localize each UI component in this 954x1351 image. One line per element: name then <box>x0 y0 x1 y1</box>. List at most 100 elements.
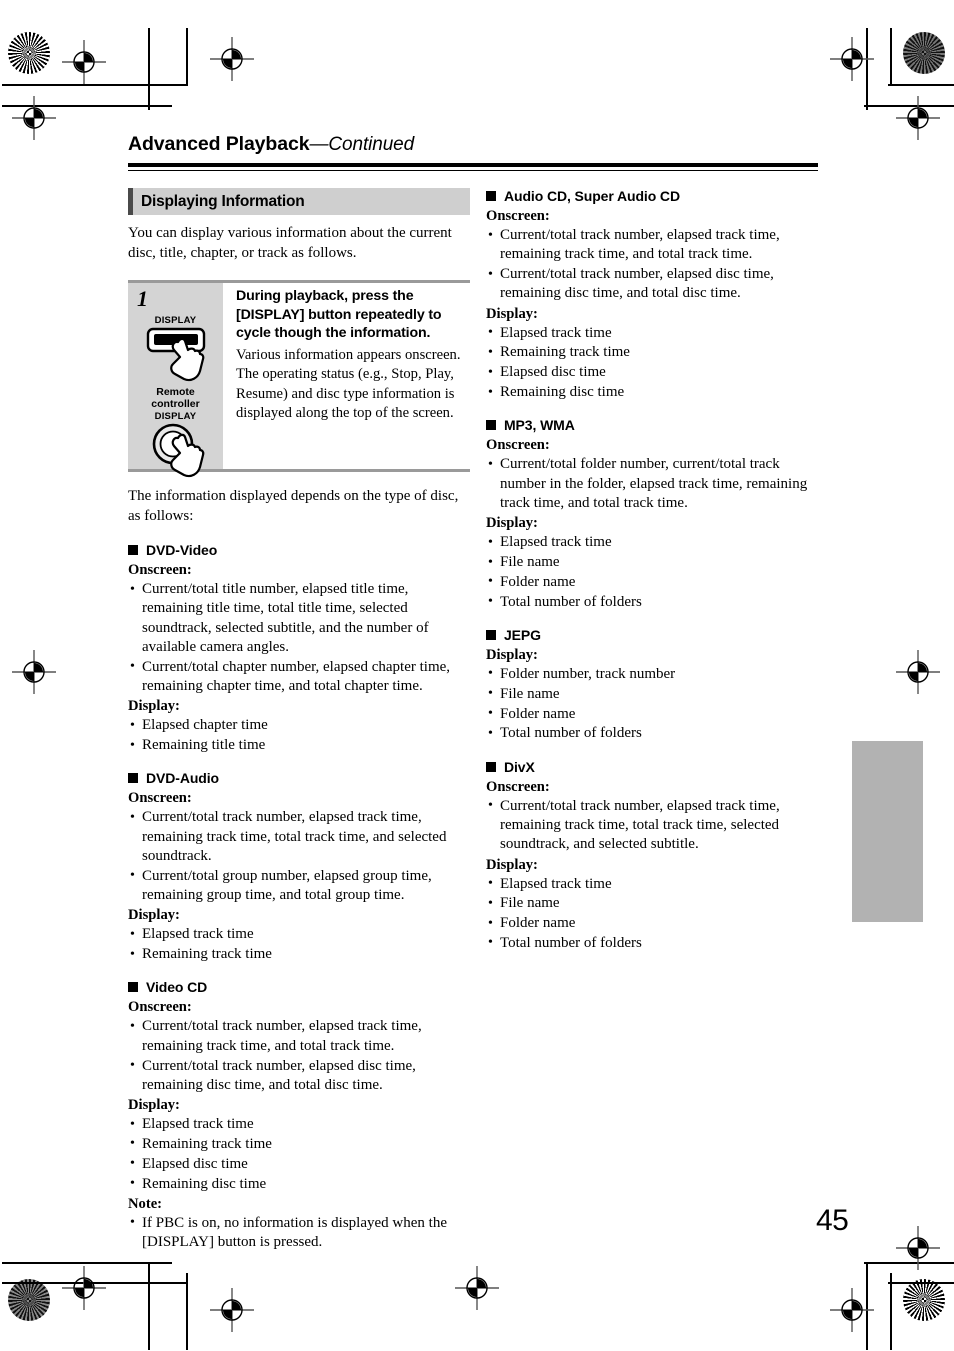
disc-section-video-cd: Video CD Onscreen: Current/total track n… <box>128 979 470 1252</box>
print-star-target-top-right <box>903 32 945 74</box>
crop-mark-horizontal-top-left-2 <box>2 84 188 86</box>
display-label: Display: <box>128 907 180 924</box>
crop-mark-vertical-bottom-left-2 <box>186 1273 188 1350</box>
manual-page: Advanced Playback—Continued Displaying I… <box>0 0 954 1351</box>
list-item: Current/total group number, elapsed grou… <box>128 866 470 906</box>
display-label: Display: <box>486 856 538 873</box>
square-bullet-icon <box>128 545 138 555</box>
disc-section-title: MP3, WMA <box>504 417 575 434</box>
disc-section-heading: DVD-Audio <box>128 770 470 786</box>
square-bullet-icon <box>486 761 496 772</box>
crop-mark-vertical-bottom-right <box>890 1273 892 1350</box>
crop-mark-vertical-top-left-2 <box>186 28 188 86</box>
disc-section-divx: DivX Onscreen: Current/total track numbe… <box>486 759 828 954</box>
list-item: Elapsed disc time <box>486 363 828 383</box>
list-item: Folder name <box>486 572 828 592</box>
list-item: Folder name <box>486 704 828 724</box>
list-item: Folder number, track number <box>486 664 828 684</box>
list-item: Elapsed disc time <box>128 1154 470 1174</box>
list-item: File name <box>486 684 828 704</box>
list-item: Total number of folders <box>486 724 828 744</box>
step-box: 1 DISPLAY Remote controller DISPLAY Duri… <box>128 280 470 478</box>
registration-mark-bottom-center <box>455 1266 499 1310</box>
registration-mark-bottom-right-outer <box>896 1226 940 1270</box>
crop-mark-horizontal-bottom-right <box>888 1282 954 1284</box>
registration-mark-right-upper <box>896 96 940 140</box>
list-item: Elapsed track time <box>486 874 828 894</box>
display-label: Display: <box>486 646 538 663</box>
crop-mark-horizontal-bottom-left <box>2 1262 172 1264</box>
thumb-index-tab <box>852 741 923 922</box>
list-item: Total number of folders <box>486 933 828 953</box>
display-list: Elapsed track time File name Folder name… <box>486 874 828 954</box>
onscreen-label: Onscreen: <box>486 437 550 454</box>
disc-section-mp3-wma: MP3, WMA Onscreen: Current/total folder … <box>486 417 828 612</box>
display-list: Elapsed track time Remaining track time … <box>486 323 828 403</box>
onscreen-list: Current/total track number, elapsed trac… <box>128 1017 470 1095</box>
list-item: Total number of folders <box>486 592 828 612</box>
list-item: File name <box>486 894 828 914</box>
list-item: Remaining track time <box>486 343 828 363</box>
step-text-panel: During playback, press the [DISPLAY] but… <box>223 283 470 469</box>
disc-section-heading: Video CD <box>128 979 470 995</box>
list-item: Remaining title time <box>128 736 470 756</box>
step-body: Various information appears onscreen. Th… <box>236 346 461 422</box>
list-item: Current/total chapter number, elapsed ch… <box>128 657 470 697</box>
list-item: Remaining track time <box>128 945 470 965</box>
onscreen-list: Current/total track number, elapsed trac… <box>128 808 470 905</box>
remote-display-button-label: DISPLAY <box>154 315 197 326</box>
list-item: Remaining track time <box>128 1134 470 1154</box>
header-rule-thin <box>128 169 818 172</box>
crop-mark-vertical-bottom-left <box>148 1262 150 1350</box>
step-heading: During playback, press the [DISPLAY] but… <box>236 288 442 341</box>
list-item: Current/total track number, elapsed trac… <box>128 1017 470 1056</box>
section-title: Displaying Information <box>141 192 305 210</box>
disc-section-heading: JEPG <box>486 627 828 643</box>
onscreen-list: Current/total track number, elapsed trac… <box>486 796 828 855</box>
display-list: Elapsed track time Remaining track time … <box>128 1115 470 1194</box>
onscreen-list: Current/total folder number, current/tot… <box>486 455 828 513</box>
list-item: Current/total track number, elapsed trac… <box>486 226 828 265</box>
list-item: Elapsed track time <box>128 1115 470 1135</box>
display-label: Display: <box>128 698 180 715</box>
list-item: Elapsed track time <box>128 925 470 945</box>
display-list: Elapsed track time Remaining track time <box>128 925 470 964</box>
display-list: Elapsed chapter time Remaining title tim… <box>128 716 470 755</box>
print-star-target-top-left <box>8 32 50 74</box>
display-list: Folder number, track number File name Fo… <box>486 664 828 744</box>
registration-mark-mid-left <box>12 650 56 694</box>
list-item: Current/total track number, elapsed trac… <box>486 796 828 855</box>
disc-section-title: JEPG <box>504 626 541 643</box>
list-item: Current/total track number, elapsed disc… <box>128 1056 470 1096</box>
onscreen-label: Onscreen: <box>486 208 550 224</box>
registration-mark-top-right-inner <box>830 37 874 81</box>
disc-section-heading: DivX <box>486 759 828 775</box>
registration-mark-left-upper <box>12 96 56 140</box>
chapter-title: Advanced Playback—Continued <box>128 133 818 156</box>
disc-section-title: DivX <box>504 758 535 775</box>
disc-section-heading: DVD-Video <box>128 542 470 558</box>
onscreen-label: Onscreen: <box>128 562 192 578</box>
disc-section-title: DVD-Audio <box>146 770 219 787</box>
disc-section-title: Audio CD, Super Audio CD <box>504 188 680 204</box>
square-bullet-icon <box>486 629 496 640</box>
section-intro: You can display various information abou… <box>128 225 452 261</box>
display-label: Display: <box>486 305 538 322</box>
display-list: Elapsed track time File name Folder name… <box>486 533 828 612</box>
chapter-continued-text: —Continued <box>309 134 415 155</box>
list-item: Elapsed track time <box>486 323 828 343</box>
registration-mark-top-left-inner <box>210 37 254 81</box>
list-item: Elapsed track time <box>486 533 828 553</box>
note-label: Note: <box>128 1195 163 1212</box>
registration-mark-mid-right <box>896 650 940 694</box>
registration-mark-bottom-left-outer <box>62 1266 106 1310</box>
disc-section-title: Video CD <box>146 979 208 996</box>
disc-section-audio-cd: Audio CD, Super Audio CD Onscreen: Curre… <box>486 188 828 402</box>
left-disc-sections: DVD-Video Onscreen: Current/total title … <box>128 542 470 1252</box>
crop-mark-vertical-top-right <box>890 28 892 86</box>
square-bullet-icon <box>128 982 138 993</box>
registration-mark-bottom-right-inner <box>830 1288 874 1332</box>
disc-section-heading: MP3, WMA <box>486 417 828 433</box>
disc-section-jepg: JEPG Display: Folder number, track numbe… <box>486 627 828 744</box>
list-item: If PBC is on, no information is displaye… <box>128 1213 470 1253</box>
